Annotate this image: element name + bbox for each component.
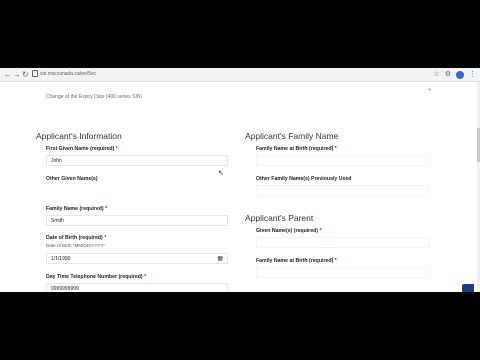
dob-label: Date of Birth (required) * [46, 235, 107, 241]
lock-icon [32, 70, 38, 77]
applicant-section-title: Applicant's Information [36, 131, 122, 141]
browser-window: ← → ↻ sin.mw.canada.ca/en/5ec ☆ ⚙ ⋮ Chan… [0, 68, 480, 292]
corner-widget-icon [462, 284, 474, 292]
select-value: Change of the Expiry Date (400 series SI… [46, 94, 143, 100]
family-name-label: Family Name (required) * [46, 206, 108, 212]
first-name-field[interactable]: John [46, 155, 228, 166]
forward-icon[interactable]: → [13, 69, 21, 80]
mouse-cursor-icon: ↖ [218, 170, 224, 177]
avatar[interactable] [456, 71, 464, 79]
menu-icon[interactable]: ⋮ [469, 69, 476, 80]
parent-section-title: Applicant's Parent [245, 213, 314, 223]
family-name-field[interactable]: Smith [46, 215, 228, 226]
phone-label: Day Time Telephone Number (required) * [46, 274, 147, 280]
chevron-down-icon: ⌄ [426, 86, 432, 92]
parent-given-label: Given Name(s) (required) * [256, 228, 322, 234]
browser-toolbar: ← → ↻ sin.mw.canada.ca/en/5ec ☆ ⚙ ⋮ [0, 68, 480, 82]
reload-icon[interactable]: ↻ [22, 69, 29, 80]
star-icon[interactable]: ☆ [433, 69, 439, 80]
family-birth-name-field[interactable] [256, 155, 430, 166]
back-icon[interactable]: ← [4, 69, 12, 80]
other-names-label: Other Given Name(s) [46, 176, 98, 182]
dob-field[interactable]: 1/1/1990 ▦ [46, 253, 228, 264]
parent-birth-name-label: Family Name at Birth (required) * [256, 258, 337, 264]
parent-birth-name-field[interactable] [256, 267, 430, 278]
address-bar[interactable]: sin.mw.canada.ca/en/5ec [40, 70, 96, 79]
previous-family-names-label: Other Family Name(s) Previously Used [256, 176, 352, 182]
reason-select[interactable]: Change of the Expiry Date (400 series SI… [46, 85, 432, 100]
family-section-title: Applicant's Family Name [245, 131, 339, 141]
family-birth-name-label: Family Name at Birth (required) * [256, 146, 337, 152]
parent-given-field[interactable] [256, 237, 430, 248]
first-name-label: First Given Name (required) * [46, 146, 118, 152]
previous-family-names-field[interactable] [256, 185, 430, 196]
extension-icon[interactable]: ⚙ [445, 69, 451, 80]
dob-hint: Date of Birth "MM/DD/YYYY" [46, 243, 106, 248]
phone-field[interactable]: 9999999999 [46, 283, 228, 292]
calendar-icon[interactable]: ▦ [217, 256, 223, 262]
